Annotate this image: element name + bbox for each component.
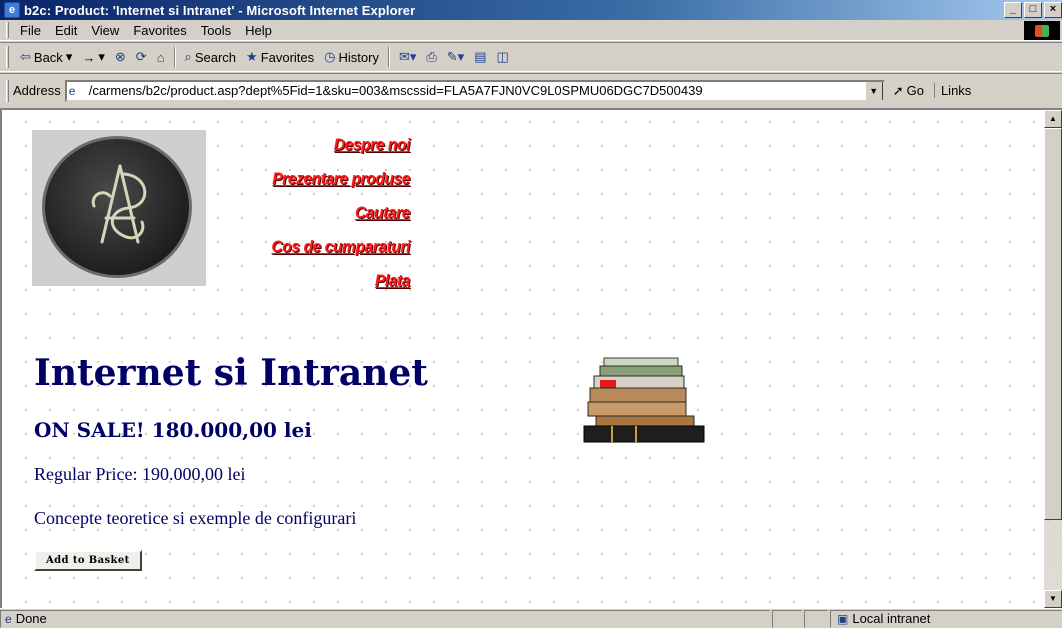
minimize-button[interactable]: _ [1004,2,1022,18]
mail-button[interactable]: ✉▾ [394,49,421,65]
nav-link-prezentare-produse[interactable]: Prezentare produse [226,164,410,198]
close-button[interactable]: × [1044,2,1062,18]
edit-icon: ✎▾ [446,49,465,64]
discuss-icon: ▤ [474,49,487,64]
toolbar-separator [173,47,176,67]
page-content: Despre noi Prezentare produse Cautare Co… [14,110,1046,608]
print-icon: ⎙ [426,49,437,64]
menu-grip[interactable] [6,22,9,38]
window-title: b2c: Product: 'Internet si Intranet' - M… [24,2,416,18]
home-button[interactable]: ⌂ [152,50,170,65]
standard-toolbar: ⇦ Back ▾ → ▾ ⊗ ⟳ ⌂ ⌕ Search ★ Favorites … [0,42,1062,72]
product-description: Concepte teoretice si exemple de configu… [34,508,357,528]
page-icon: e [68,83,76,98]
site-navigation: Despre noi Prezentare produse Cautare Co… [210,130,410,300]
windows-logo-icon [1024,21,1060,40]
favorites-button[interactable]: ★ Favorites [241,49,319,65]
back-arrow-icon: ⇦ [20,49,31,64]
vertical-scrollbar[interactable]: ▲ ▼ [1044,110,1062,608]
refresh-icon: ⟳ [135,49,147,64]
forward-button[interactable]: → ▾ [77,49,110,65]
search-button[interactable]: ⌕ Search [180,49,241,65]
messenger-button[interactable]: ◫ [492,49,514,65]
status-text-panel: e Done [0,609,770,628]
menu-bar: File Edit View Favorites Tools Help [0,20,1062,41]
stop-icon: ⊗ [114,49,126,64]
go-icon: ➚ [892,82,904,98]
print-button[interactable]: ⎙ [421,49,441,65]
forward-arrow-icon: → [82,49,96,65]
edit-button[interactable]: ✎▾ [442,49,469,65]
nav-link-despre-noi[interactable]: Despre noi [226,130,411,164]
status-security-panel [804,609,828,628]
nav-link-cautare[interactable]: Cautare [226,198,410,232]
go-label: Go [906,83,924,98]
product-title: Internet si Intranet [34,352,428,394]
address-bar: Address e /carmens/b2c/product.asp?dept%… [0,73,1062,107]
history-button[interactable]: ◷ History [319,49,384,65]
status-bar: e Done ▣ Local intranet [0,608,1062,628]
search-label: Search [194,49,237,65]
nav-link-plata[interactable]: Plata [226,266,411,300]
scroll-down-button[interactable]: ▼ [1044,590,1062,608]
address-grip[interactable] [6,79,9,102]
address-dropdown-button[interactable]: ▼ [864,81,883,100]
menu-file[interactable]: File [13,23,48,38]
page-done-icon: e [5,611,12,626]
address-input[interactable]: e /carmens/b2c/product.asp?dept%5Fid=1&s… [64,79,885,102]
chevron-down-icon[interactable]: ▾ [98,49,105,65]
menu-tools[interactable]: Tools [194,23,238,38]
left-gutter [2,110,14,608]
menu-favorites[interactable]: Favorites [126,23,193,38]
search-icon: ⌕ [184,49,192,64]
messenger-icon: ◫ [496,49,509,64]
nav-link-cos-de-cumparaturi[interactable]: Cos de cumparaturi [226,232,410,266]
sale-price: ON SALE! 180.000,00 lei [34,418,312,442]
scroll-thumb[interactable] [1044,128,1062,520]
favorites-icon: ★ [246,49,258,64]
address-label: Address [13,83,61,98]
links-button[interactable]: Links [933,83,971,98]
history-label: History [338,49,379,65]
maximize-button[interactable]: □ [1024,2,1042,18]
regular-price: Regular Price: 190.000,00 lei [34,464,246,484]
chevron-down-icon[interactable]: ▾ [66,49,73,65]
favorites-label: Favorites [260,49,315,65]
add-to-basket-button[interactable]: Add to Basket [34,550,142,571]
stop-button[interactable]: ⊗ [110,49,131,65]
books-icon [583,357,705,443]
discuss-button[interactable]: ▤ [469,49,491,65]
menu-help[interactable]: Help [238,23,279,38]
zone-icon: ▣ [837,611,849,626]
refresh-button[interactable]: ⟳ [131,49,152,65]
history-icon: ◷ [324,49,336,64]
menu-view[interactable]: View [84,23,126,38]
company-logo [32,130,206,286]
window-controls: _ □ × [1004,2,1062,18]
address-url[interactable]: /carmens/b2c/product.asp?dept%5Fid=1&sku… [89,83,703,98]
back-label: Back [33,49,63,65]
mail-icon: ✉▾ [398,49,417,64]
go-button[interactable]: ➚ Go [893,83,924,99]
ie-icon: e [4,2,20,18]
page-viewport: Despre noi Prezentare produse Cautare Co… [0,108,1062,608]
menu-edit[interactable]: Edit [48,23,84,38]
toolbar-grip[interactable] [6,46,9,68]
title-bar: e b2c: Product: 'Internet si Intranet' -… [0,0,1062,20]
zone-text: Local intranet [852,611,931,626]
scroll-up-button[interactable]: ▲ [1044,110,1062,128]
status-progress-panel [772,609,802,628]
monogram-icon [91,164,147,244]
status-zone-panel: ▣ Local intranet [830,609,1062,628]
home-icon: ⌂ [156,49,165,65]
back-button[interactable]: ⇦ Back ▾ [15,49,77,65]
status-text: Done [15,611,47,626]
toolbar-separator [387,47,390,67]
